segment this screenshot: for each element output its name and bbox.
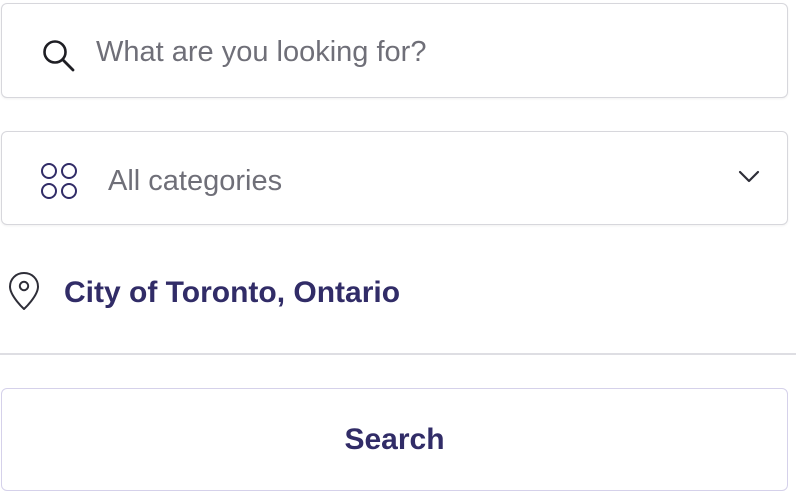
chevron-down-icon[interactable]	[738, 170, 760, 184]
location-selector[interactable]: City of Toronto, Ontario	[0, 258, 796, 330]
category-selected-value: All categories	[108, 165, 283, 197]
search-input[interactable]	[96, 28, 756, 76]
category-select[interactable]: All categories	[1, 131, 788, 225]
divider	[0, 353, 796, 355]
map-pin-icon	[9, 272, 39, 310]
search-button[interactable]: Search	[1, 388, 788, 491]
search-icon	[43, 40, 75, 72]
location-text[interactable]: City of Toronto, Ontario	[64, 273, 400, 313]
search-field[interactable]	[1, 3, 788, 98]
categories-icon	[41, 163, 77, 199]
